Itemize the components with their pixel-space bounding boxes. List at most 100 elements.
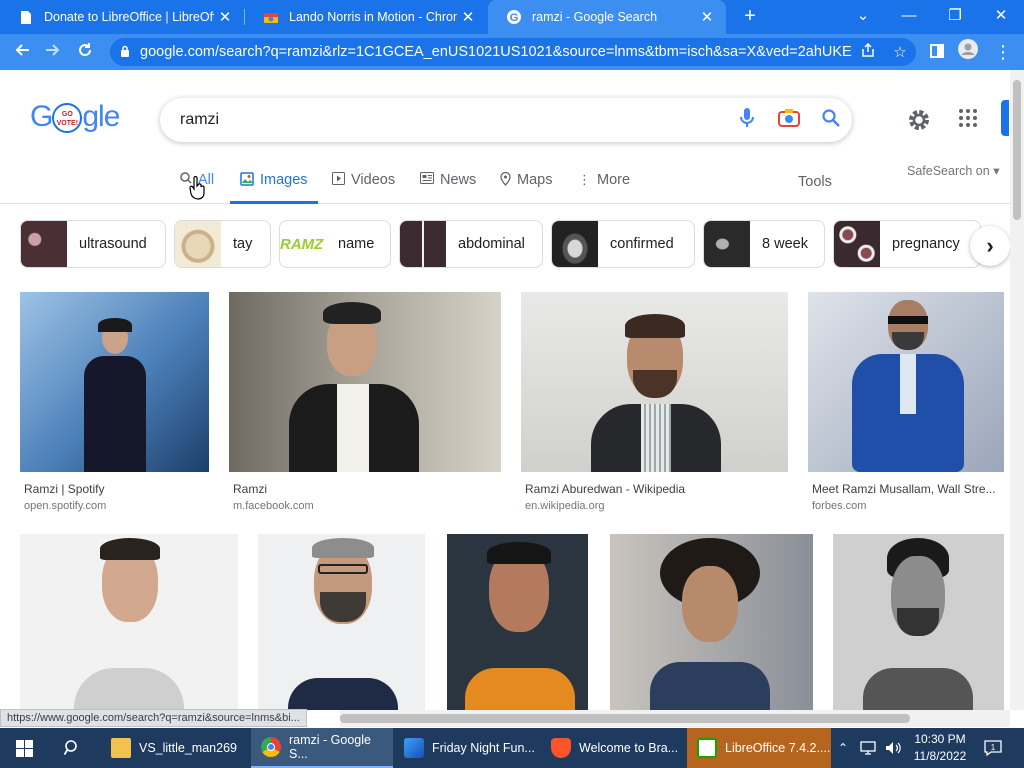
chip-confirmed[interactable]: confirmed bbox=[551, 220, 695, 268]
chips-next-arrow-icon[interactable]: › bbox=[970, 226, 1010, 266]
chip-pregnancy[interactable]: pregnancy bbox=[833, 220, 981, 268]
show-hidden-icons-chevron[interactable]: ⌃ bbox=[838, 728, 848, 768]
url-text: google.com/search?q=ramzi&rlz=1C1GCEA_en… bbox=[140, 44, 852, 60]
result-thumbnail[interactable] bbox=[808, 292, 1004, 472]
tab-maps[interactable]: Maps bbox=[500, 171, 552, 204]
image-result[interactable]: Ramzi | Spotify open.spotify.com bbox=[20, 292, 210, 514]
taskbar-item-libreoffice[interactable]: LibreOffice 7.4.2.... bbox=[687, 728, 831, 768]
address-bar[interactable]: google.com/search?q=ramzi&rlz=1C1GCEA_en… bbox=[110, 38, 916, 66]
back-button[interactable] bbox=[9, 39, 35, 65]
chip-label: pregnancy bbox=[892, 236, 960, 252]
google-apps-icon[interactable] bbox=[958, 108, 978, 133]
result-title[interactable]: Meet Ramzi Musallam, Wall Stre... bbox=[812, 482, 1002, 496]
result-thumbnail[interactable] bbox=[258, 534, 425, 710]
taskbar-item-brave[interactable]: Welcome to Bra... bbox=[541, 728, 683, 768]
result-title[interactable]: Ramzi | Spotify bbox=[24, 482, 209, 496]
start-button[interactable] bbox=[0, 728, 48, 768]
result-thumbnail[interactable] bbox=[610, 534, 813, 710]
result-thumbnail[interactable] bbox=[833, 534, 1004, 710]
back-arrow-icon bbox=[15, 44, 29, 56]
person-silhouette bbox=[650, 538, 770, 710]
safesearch-toggle[interactable]: SafeSearch on ▾ bbox=[907, 163, 999, 178]
google-images-page: GGO VOTE!gle All Images bbox=[0, 70, 1010, 710]
result-thumbnail[interactable] bbox=[20, 534, 238, 710]
image-result[interactable] bbox=[258, 534, 425, 710]
hand-cursor-icon bbox=[189, 175, 207, 205]
minimize-button[interactable]: — bbox=[895, 4, 923, 28]
tab-ramzi-google-search[interactable]: G ramzi - Google Search ✕ bbox=[488, 0, 726, 34]
close-tab-icon[interactable]: ✕ bbox=[696, 8, 718, 26]
chip-ultrasound[interactable]: ultrasound bbox=[20, 220, 166, 268]
forward-button[interactable] bbox=[40, 39, 66, 65]
sign-in-button-edge[interactable] bbox=[1001, 100, 1009, 136]
chip-thumbnail bbox=[175, 221, 221, 267]
folder-icon bbox=[111, 738, 131, 758]
image-result[interactable] bbox=[447, 534, 588, 710]
restore-button[interactable]: ❐ bbox=[941, 4, 969, 28]
chip-abdominal[interactable]: abdominal bbox=[399, 220, 543, 268]
brave-lion-icon bbox=[551, 738, 571, 758]
document-icon bbox=[18, 9, 34, 25]
reload-button[interactable] bbox=[72, 39, 98, 65]
result-source: en.wikipedia.org bbox=[525, 500, 605, 512]
image-result[interactable]: Ramzi m.facebook.com bbox=[229, 292, 502, 514]
search-input[interactable] bbox=[180, 111, 726, 129]
image-result[interactable] bbox=[833, 534, 1004, 710]
result-thumbnail[interactable] bbox=[447, 534, 588, 710]
image-result[interactable] bbox=[610, 534, 813, 710]
tab-videos[interactable]: Videos bbox=[332, 172, 395, 204]
volume-icon[interactable] bbox=[885, 728, 901, 768]
tab-images[interactable]: Images bbox=[230, 172, 318, 204]
google-doodle-logo[interactable]: G GO VOTE! gle bbox=[30, 100, 120, 134]
chrome-menu-icon[interactable]: ⋮ bbox=[990, 39, 1016, 65]
vertical-scrollbar[interactable] bbox=[1010, 70, 1024, 710]
image-result[interactable] bbox=[20, 534, 238, 710]
system-clock[interactable]: 10:30 PM 11/8/2022 bbox=[900, 731, 980, 765]
side-panel-icon[interactable] bbox=[924, 39, 950, 65]
taskbar-item-chrome[interactable]: ramzi - Google S... bbox=[251, 728, 393, 768]
reload-icon bbox=[79, 43, 92, 57]
close-window-button[interactable]: ✕ bbox=[987, 4, 1015, 28]
chip-8-week[interactable]: 8 week bbox=[703, 220, 825, 268]
share-icon[interactable] bbox=[852, 42, 884, 61]
bookmark-star-icon[interactable]: ☆ bbox=[884, 43, 916, 61]
microphone-icon[interactable] bbox=[726, 107, 768, 133]
scrollbar-thumb[interactable] bbox=[1013, 80, 1021, 220]
tab-lando-norris[interactable]: Lando Norris in Motion - Chrome ✕ bbox=[245, 0, 487, 34]
scrollbar-thumb[interactable] bbox=[340, 714, 910, 723]
tab-label: Videos bbox=[351, 172, 396, 188]
result-thumbnail[interactable] bbox=[229, 292, 501, 472]
horizontal-scrollbar[interactable] bbox=[340, 710, 1010, 727]
chip-label: confirmed bbox=[610, 236, 674, 252]
result-title[interactable]: Ramzi bbox=[233, 482, 498, 496]
result-thumbnail[interactable] bbox=[521, 292, 788, 472]
network-icon[interactable] bbox=[860, 728, 876, 768]
taskbar-item-friday-night[interactable]: Friday Night Fun... bbox=[394, 728, 536, 768]
tab-more[interactable]: ⋮ More bbox=[578, 172, 630, 204]
taskbar-label: Friday Night Fun... bbox=[432, 741, 535, 755]
camera-lens-icon[interactable] bbox=[768, 108, 810, 132]
image-result[interactable]: Ramzi Aburedwan - Wikipedia en.wikipedia… bbox=[521, 292, 789, 514]
windows-logo-icon bbox=[15, 739, 33, 757]
tab-search-chevron-icon[interactable]: ⌄ bbox=[849, 4, 877, 28]
search-icon bbox=[64, 740, 77, 755]
caret-down-icon: ▾ bbox=[993, 164, 1000, 178]
new-tab-button[interactable]: + bbox=[738, 4, 762, 28]
close-tab-icon[interactable]: ✕ bbox=[214, 8, 236, 26]
chip-name[interactable]: RAMZ name bbox=[279, 220, 391, 268]
tab-news[interactable]: News bbox=[420, 172, 476, 204]
search-icon[interactable] bbox=[810, 108, 852, 132]
logo-letter: G bbox=[30, 100, 53, 133]
notifications-icon[interactable]: 1 bbox=[984, 728, 1002, 768]
result-title[interactable]: Ramzi Aburedwan - Wikipedia bbox=[525, 482, 785, 496]
taskbar-search-button[interactable] bbox=[48, 728, 96, 768]
image-result[interactable]: Meet Ramzi Musallam, Wall Stre... forbes… bbox=[808, 292, 1004, 514]
profile-avatar[interactable] bbox=[955, 39, 981, 65]
result-thumbnail[interactable] bbox=[20, 292, 209, 472]
taskbar-item-file-explorer[interactable]: VS_little_man269 bbox=[101, 728, 248, 768]
settings-gear-icon[interactable] bbox=[907, 108, 931, 137]
close-tab-icon[interactable]: ✕ bbox=[457, 8, 479, 26]
tab-donate-libreoffice[interactable]: Donate to LibreOffice | LibreOffice ✕ bbox=[0, 0, 244, 34]
chip-tay[interactable]: tay bbox=[174, 220, 271, 268]
tools-button[interactable]: Tools bbox=[798, 174, 832, 190]
